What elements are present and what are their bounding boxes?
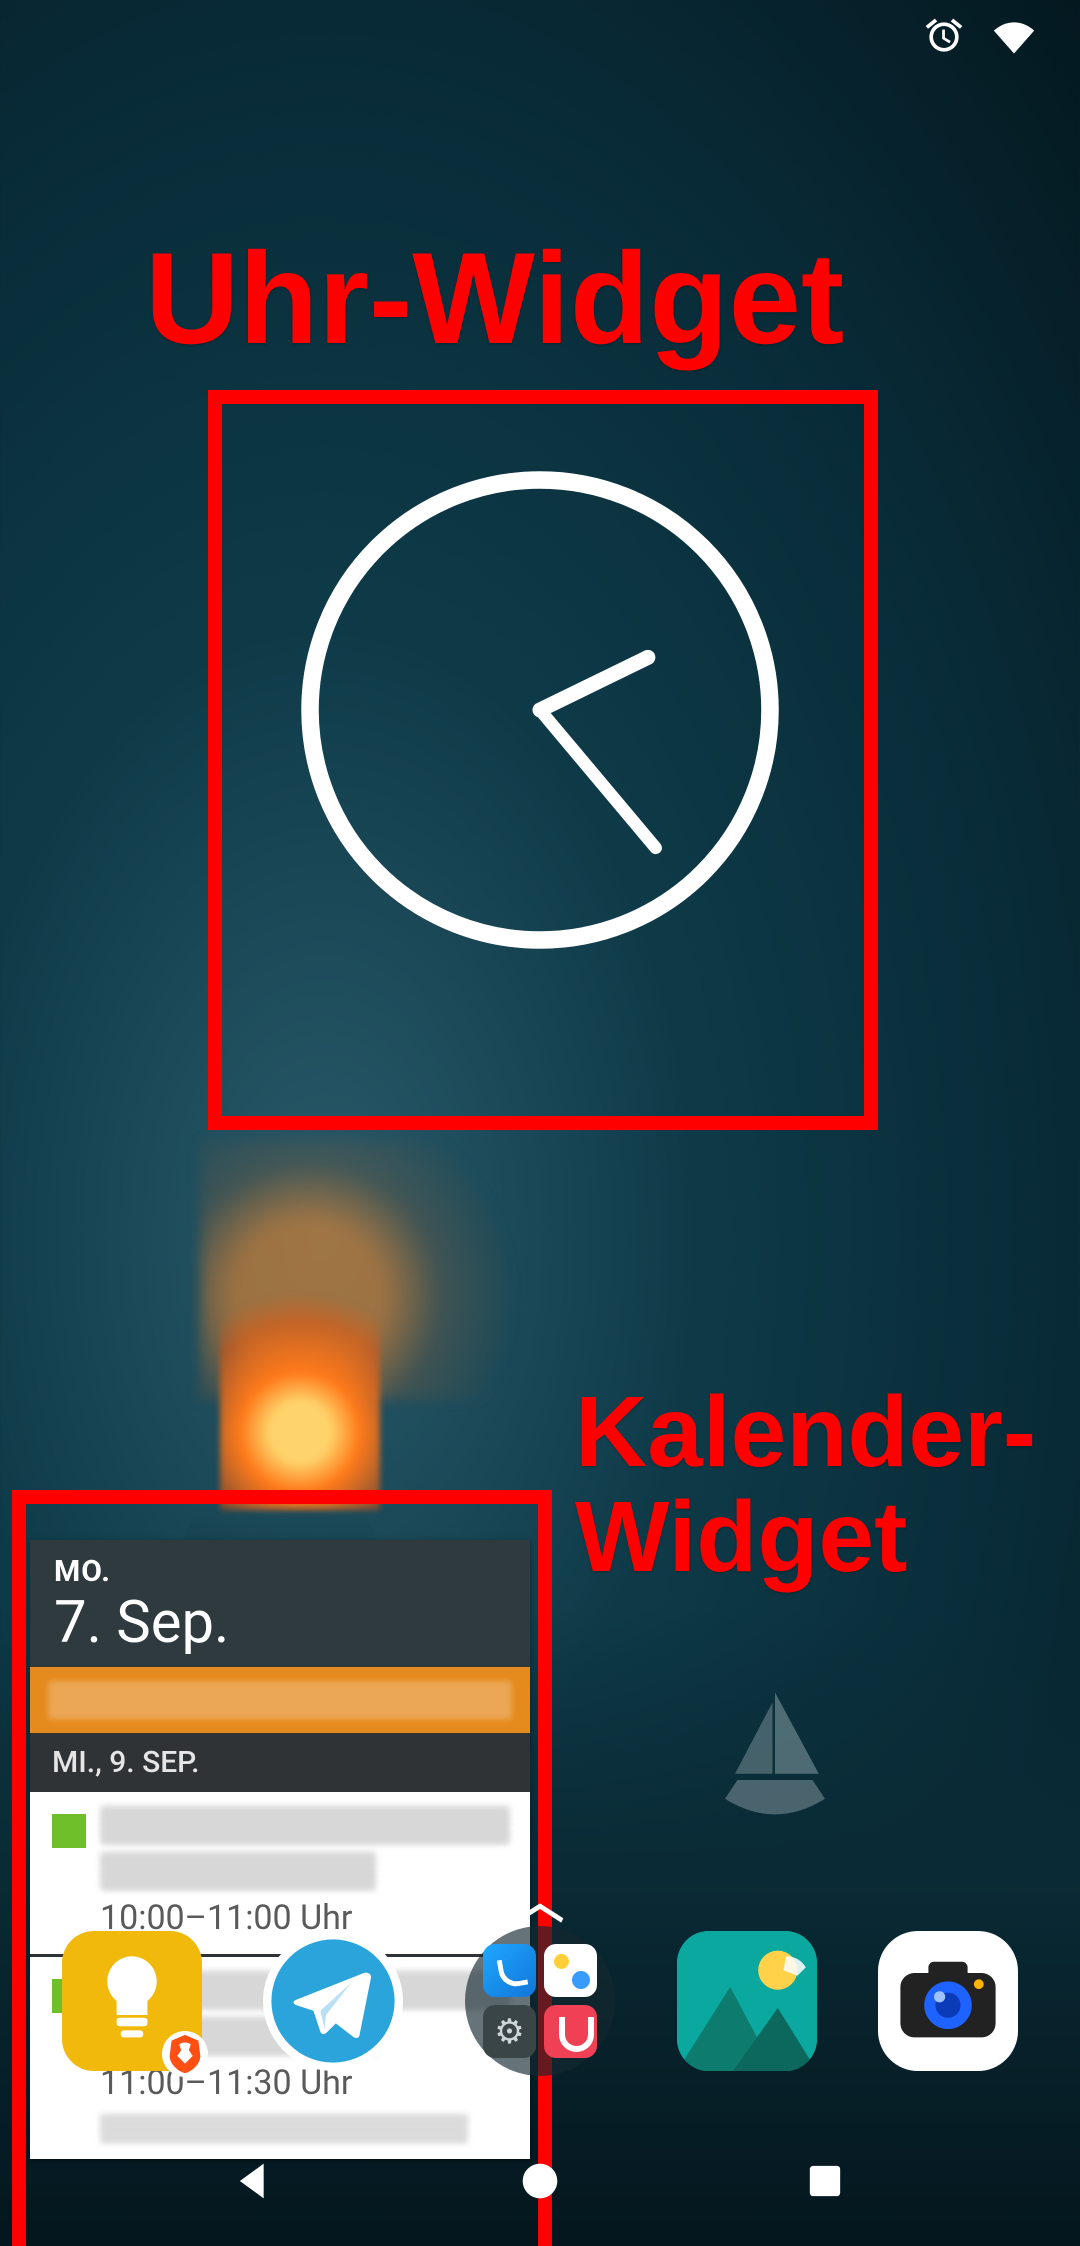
redacted-text [48, 1681, 512, 1719]
nav-back-button[interactable] [225, 2151, 285, 2211]
wifi-icon [992, 15, 1036, 63]
app-gallery[interactable] [677, 1931, 817, 2071]
wallpaper-lava [220, 1250, 380, 1510]
folder-item-app-icon [544, 1944, 597, 1997]
app-folder[interactable] [465, 1926, 615, 2076]
clock-widget[interactable] [290, 460, 790, 960]
redacted-text [100, 1806, 510, 1844]
calendar-allday-event[interactable] [30, 1667, 530, 1733]
navigation-bar [0, 2116, 1080, 2246]
app-keep[interactable] [62, 1931, 202, 2071]
folder-item-settings-icon [483, 2005, 536, 2058]
dock [0, 1906, 1080, 2096]
folder-item-phone-icon [483, 1944, 536, 1997]
folder-item-pocket-icon [544, 2005, 597, 2058]
alarm-icon [922, 15, 966, 63]
status-bar [0, 0, 1080, 78]
annotation-calendar-label: Kalender- Widget [575, 1380, 1036, 1590]
calendar-date: 7. Sep. [54, 1589, 506, 1657]
calendar-event-color [52, 1814, 86, 1848]
app-telegram[interactable] [263, 1931, 403, 2071]
nav-recents-button[interactable] [795, 2151, 855, 2211]
wallpaper-ship [710, 1680, 840, 1830]
annotation-clock-label: Uhr-Widget [145, 230, 844, 367]
nav-home-button[interactable] [510, 2151, 570, 2211]
redacted-text [100, 1852, 376, 1890]
calendar-weekday: MO. [54, 1554, 506, 1589]
brave-badge-icon [162, 2031, 208, 2077]
calendar-header[interactable]: MO. 7. Sep. [30, 1540, 530, 1667]
calendar-section-header: MI., 9. SEP. [30, 1733, 530, 1792]
app-camera[interactable] [878, 1931, 1018, 2071]
